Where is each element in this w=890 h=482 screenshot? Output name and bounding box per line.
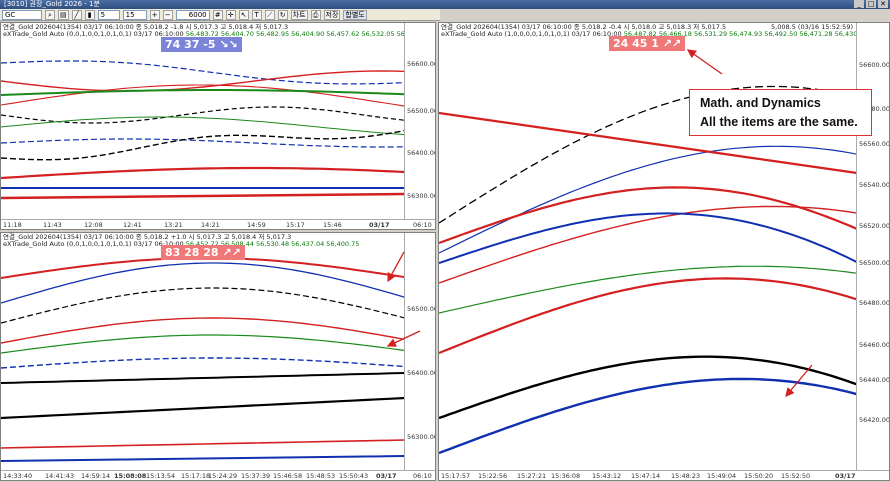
arrow-to-bl-top (387, 251, 405, 283)
arrow-to-bl-mid (386, 330, 421, 347)
arrow-to-bottom-right (785, 364, 813, 397)
annotation-arrows (386, 49, 813, 397)
arrow-to-right-badge (686, 49, 723, 75)
